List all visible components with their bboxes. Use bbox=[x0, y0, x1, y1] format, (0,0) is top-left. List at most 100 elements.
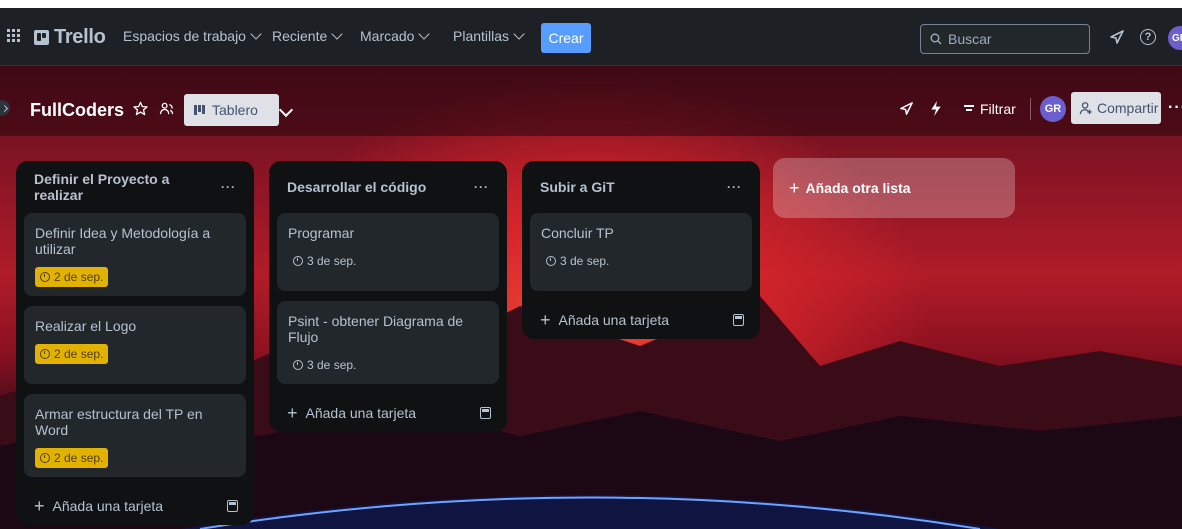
more-icon[interactable]: ··· bbox=[727, 180, 742, 194]
chevron-down-icon bbox=[418, 28, 431, 40]
card-title: Armar estructura del TP en Word bbox=[35, 406, 203, 438]
create-button[interactable]: Crear bbox=[541, 23, 591, 53]
apps-grid-icon[interactable] bbox=[7, 29, 21, 43]
share-button[interactable]: Compartir bbox=[1071, 92, 1161, 124]
recent-menu[interactable]: Reciente bbox=[272, 28, 343, 44]
due-date-badge[interactable]: 2 de sep. bbox=[35, 448, 109, 468]
share-label: Compartir bbox=[1097, 100, 1159, 116]
add-card-label: Añada una tarjeta bbox=[558, 312, 670, 328]
due-date-badge[interactable]: 2 de sep. bbox=[35, 344, 109, 364]
chevron-down-icon bbox=[331, 28, 343, 40]
plus-icon: + bbox=[540, 310, 551, 330]
notifications-icon[interactable] bbox=[1107, 27, 1127, 47]
templates-label: Plantillas bbox=[453, 28, 510, 44]
card[interactable]: Psint - obtener Diagrama de Flujo 3 de s… bbox=[277, 301, 499, 384]
starred-label: Marcado bbox=[360, 28, 415, 44]
card-title: Realizar el Logo bbox=[35, 318, 137, 334]
top-navigation: Trello Espacios de trabajo Reciente Marc… bbox=[0, 8, 1182, 66]
add-card-button[interactable]: + Añada una tarjeta bbox=[287, 403, 417, 423]
list-subir: Subir a GiT ··· Concluir TP 3 de sep. + … bbox=[522, 161, 760, 339]
add-card-label: Añada una tarjeta bbox=[52, 498, 164, 514]
plus-icon: + bbox=[789, 178, 800, 198]
template-icon[interactable] bbox=[480, 407, 491, 419]
more-icon[interactable]: ··· bbox=[474, 180, 489, 194]
visibility-icon[interactable] bbox=[158, 101, 174, 117]
templates-menu[interactable]: Plantillas bbox=[453, 28, 525, 44]
recent-label: Reciente bbox=[272, 28, 328, 44]
avatar[interactable]: GR bbox=[1168, 26, 1182, 50]
add-card-row: + Añada una tarjeta bbox=[530, 301, 752, 339]
logo-text: Trello bbox=[54, 26, 106, 48]
card[interactable]: Concluir TP 3 de sep. bbox=[530, 213, 752, 291]
starred-menu[interactable]: Marcado bbox=[360, 28, 431, 44]
power-ups-icon[interactable] bbox=[898, 101, 914, 117]
chevron-right-icon bbox=[0, 104, 9, 112]
automation-icon[interactable] bbox=[928, 101, 944, 117]
card[interactable]: Programar 3 de sep. bbox=[277, 213, 499, 291]
list-title[interactable]: Desarrollar el código bbox=[287, 179, 426, 195]
due-date-text: 2 de sep. bbox=[54, 270, 104, 284]
plus-icon: + bbox=[34, 496, 45, 516]
due-date-badge[interactable]: 3 de sep. bbox=[288, 251, 361, 271]
due-date-text: 3 de sep. bbox=[307, 358, 357, 372]
filter-label: Filtrar bbox=[980, 101, 1016, 117]
list-title[interactable]: Subir a GiT bbox=[540, 179, 615, 195]
more-icon[interactable]: ··· bbox=[221, 180, 236, 194]
add-card-label: Añada una tarjeta bbox=[305, 405, 417, 421]
list-desarrollar: Desarrollar el código ··· Programar 3 de… bbox=[269, 161, 507, 432]
due-date-text: 2 de sep. bbox=[54, 451, 104, 465]
plus-icon: + bbox=[287, 403, 298, 423]
board-view-button[interactable]: Tablero bbox=[184, 94, 279, 126]
card[interactable]: Armar estructura del TP en Word 2 de sep… bbox=[24, 394, 246, 477]
search-placeholder: Buscar bbox=[948, 31, 992, 47]
search-input[interactable]: Buscar bbox=[920, 24, 1090, 54]
card[interactable]: Realizar el Logo 2 de sep. bbox=[24, 306, 246, 384]
clock-icon bbox=[40, 349, 50, 359]
board-icon bbox=[194, 105, 206, 115]
header-divider bbox=[1030, 98, 1031, 120]
workspaces-label: Espacios de trabajo bbox=[123, 28, 246, 44]
due-date-badge[interactable]: 3 de sep. bbox=[288, 355, 361, 375]
list-header: Desarrollar el código ··· bbox=[277, 161, 499, 213]
board-canvas: FullCoders Tablero Filtrar GR Compartir … bbox=[0, 66, 1182, 529]
help-icon[interactable]: ? bbox=[1138, 27, 1158, 47]
search-icon bbox=[930, 33, 942, 45]
card-title: Concluir TP bbox=[541, 225, 614, 241]
card[interactable]: Definir Idea y Metodología a utilizar 2 … bbox=[24, 213, 246, 296]
star-icon[interactable] bbox=[132, 101, 148, 117]
filter-button[interactable]: Filtrar bbox=[964, 101, 1016, 117]
card-title: Definir Idea y Metodología a utilizar bbox=[35, 225, 211, 257]
trello-logo-icon bbox=[34, 30, 49, 45]
filter-icon bbox=[964, 105, 974, 113]
card-title: Psint - obtener Diagrama de Flujo bbox=[288, 313, 464, 345]
list-title[interactable]: Definir el Proyecto a realizar bbox=[34, 171, 221, 203]
more-icon[interactable]: ··· bbox=[1168, 99, 1182, 117]
add-card-row: + Añada una tarjeta bbox=[277, 394, 499, 432]
add-list-button[interactable]: + Añada otra lista bbox=[773, 158, 1015, 218]
trello-logo[interactable]: Trello bbox=[34, 26, 106, 49]
add-list-label: Añada otra lista bbox=[805, 180, 911, 196]
clock-icon bbox=[40, 272, 50, 282]
workspaces-menu[interactable]: Espacios de trabajo bbox=[123, 28, 262, 44]
board-view-label: Tablero bbox=[212, 102, 258, 118]
list-header: Definir el Proyecto a realizar ··· bbox=[24, 161, 246, 213]
clock-icon bbox=[40, 453, 50, 463]
chevron-down-icon bbox=[250, 28, 262, 40]
member-avatar[interactable]: GR bbox=[1040, 96, 1066, 122]
due-date-text: 3 de sep. bbox=[560, 254, 610, 268]
add-card-button[interactable]: + Añada una tarjeta bbox=[540, 310, 670, 330]
template-icon[interactable] bbox=[227, 500, 238, 512]
due-date-text: 3 de sep. bbox=[307, 254, 357, 268]
list-header: Subir a GiT ··· bbox=[530, 161, 752, 213]
due-date-badge[interactable]: 2 de sep. bbox=[35, 267, 109, 287]
chevron-down-icon bbox=[513, 28, 525, 40]
due-date-badge[interactable]: 3 de sep. bbox=[541, 251, 614, 271]
clock-icon bbox=[546, 256, 556, 266]
add-card-button[interactable]: + Añada una tarjeta bbox=[34, 496, 164, 516]
board-title[interactable]: FullCoders bbox=[30, 100, 124, 121]
template-icon[interactable] bbox=[733, 314, 744, 326]
share-icon bbox=[1079, 102, 1092, 115]
card-title: Programar bbox=[288, 225, 355, 241]
add-card-row: + Añada una tarjeta bbox=[24, 487, 246, 525]
clock-icon bbox=[293, 360, 303, 370]
